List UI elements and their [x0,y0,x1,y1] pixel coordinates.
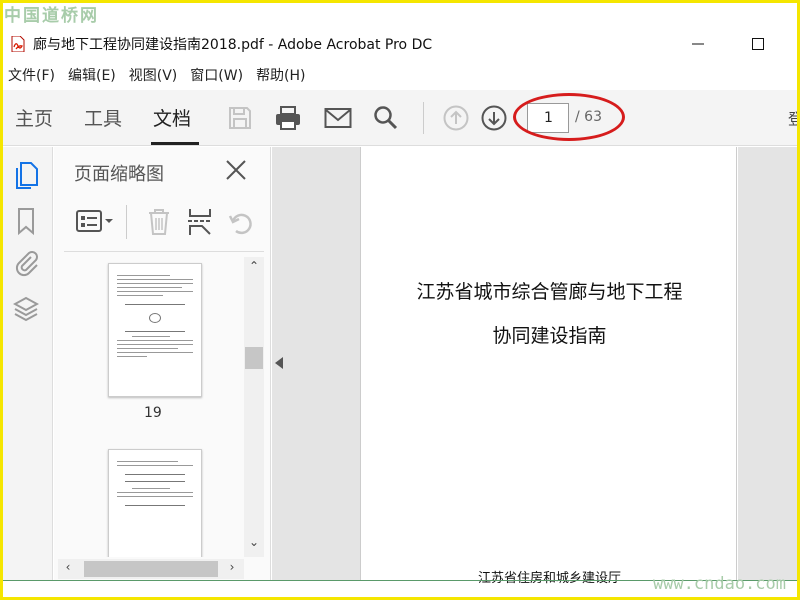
save-icon [229,107,251,129]
panel-toolbar-separator [126,205,127,239]
panel-title: 页面缩略图 [74,164,164,185]
menu-help[interactable]: 帮助(H) [256,65,305,85]
collapse-panel-icon[interactable] [275,357,283,369]
scroll-right-icon[interactable]: › [222,560,242,574]
menu-bar: 文件(F) 编辑(E) 视图(V) 窗口(W) 帮助(H) [3,63,797,87]
document-title-line1: 江苏省城市综合管廊与地下工程 [416,281,683,303]
document-gutter-right [738,147,797,580]
page-thumbnail[interactable] [108,449,202,557]
extract-page-icon[interactable] [186,207,214,237]
search-button[interactable] [371,103,401,133]
panel-toolbar [68,203,268,243]
page-down-icon [481,105,507,131]
email-icon [324,108,352,128]
page-thumbnails-icon[interactable] [13,161,39,191]
bookmarks-icon[interactable] [13,207,39,237]
navigation-rail [3,147,53,580]
attachments-icon[interactable] [13,249,39,279]
delete-page-icon[interactable] [146,207,172,237]
minimize-button[interactable] [675,28,721,60]
toolbar-separator [423,102,424,134]
tab-home[interactable]: 主页 [15,104,53,131]
scroll-thumb[interactable] [84,561,218,577]
thumbnail-list: 19 [64,257,244,557]
menu-file[interactable]: 文件(F) [8,65,55,85]
watermark-top: 中国道桥网 [4,6,99,26]
highlight-annotation [513,93,625,141]
tab-document[interactable]: 文档 [153,104,191,131]
thumbnail-horizontal-scrollbar[interactable]: ‹ › [58,559,244,579]
menu-view[interactable]: 视图(V) [129,65,178,85]
page-up-icon [443,105,469,131]
print-icon [276,106,300,130]
active-tab-indicator [151,142,199,145]
panel-divider [64,251,264,252]
email-button[interactable] [323,103,353,133]
previous-page-button[interactable] [441,103,471,133]
menu-window[interactable]: 窗口(W) [190,65,243,85]
watermark-bottom: www.cndao.com [652,574,786,594]
document-page: 江苏省城市综合管廊与地下工程 协同建设指南 江苏省住房和城乡建设厅 [360,147,737,586]
toolbar: 主页 工具 文档 1 / 63 登 [3,90,800,146]
title-bar: 廊与地下工程协同建设指南2018.pdf - Adobe Acrobat Pro… [3,28,797,60]
pdf-file-icon [11,36,25,52]
page-thumbnail[interactable] [108,263,202,397]
save-button[interactable] [225,103,255,133]
maximize-button[interactable] [735,28,781,60]
tab-tools[interactable]: 工具 [84,104,122,131]
menu-edit[interactable]: 编辑(E) [68,65,116,85]
document-title-line2: 协同建设指南 [492,325,607,347]
next-page-button[interactable] [479,103,509,133]
thumbnail-options-icon[interactable] [76,209,114,235]
maximize-icon [752,38,764,50]
thumbnail-vertical-scrollbar[interactable]: ⌃ ⌄ [244,257,264,557]
window-title: 廊与地下工程协同建设指南2018.pdf - Adobe Acrobat Pro… [33,37,433,53]
scroll-up-icon[interactable]: ⌃ [244,259,264,273]
layers-icon[interactable] [13,295,39,325]
thumbnails-panel: 页面缩略图 19 ⌃ ⌄ ‹ › [54,147,271,580]
scroll-down-icon[interactable]: ⌄ [244,535,264,549]
document-gutter-left [272,147,360,580]
thumbnail-page-label: 19 [144,405,162,421]
search-icon [374,106,398,130]
scroll-left-icon[interactable]: ‹ [58,560,78,574]
scroll-thumb[interactable] [245,347,263,369]
sign-in-partial[interactable]: 登 [788,108,800,129]
rotate-page-icon[interactable] [228,207,254,237]
minimize-icon [692,43,704,45]
print-button[interactable] [273,103,303,133]
close-icon[interactable] [224,158,248,182]
